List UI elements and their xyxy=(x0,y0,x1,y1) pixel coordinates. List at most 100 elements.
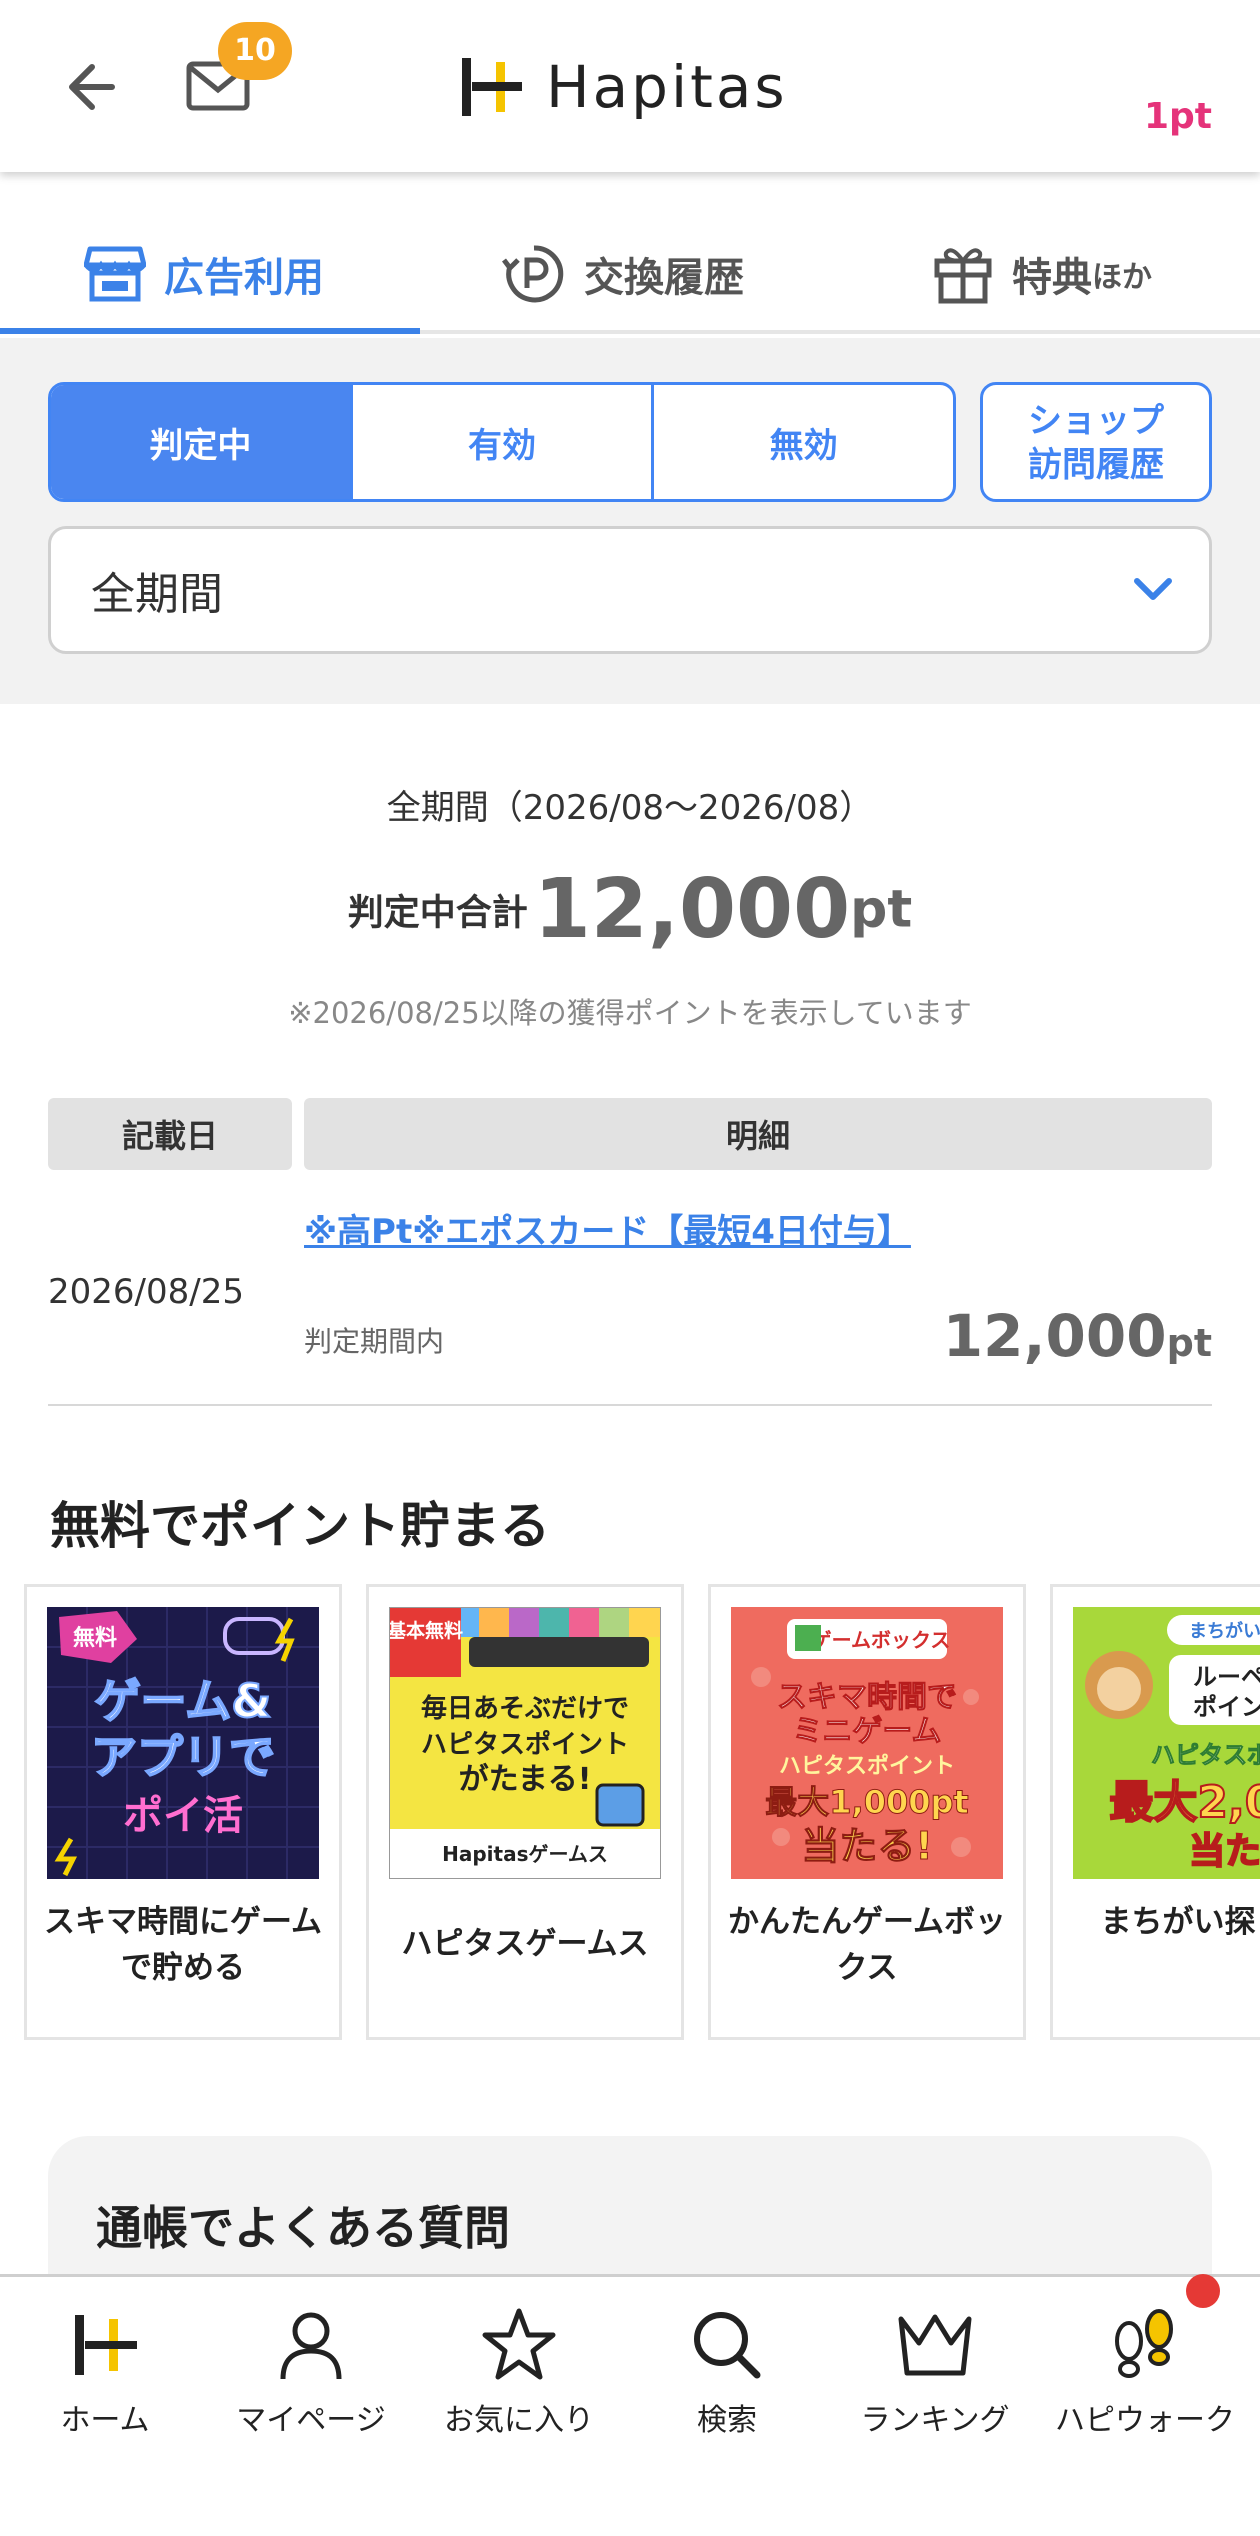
shop-visit-history-button[interactable]: ショップ 訪問履歴 xyxy=(980,382,1212,502)
shop-visit-history-line1: ショップ xyxy=(1028,401,1164,441)
pending-total-unit: pt xyxy=(850,879,913,940)
card-spot-difference-banner: まちがい探し ルーペを手 ポイントゲ ハピタスポイ 最大2,000 当たる xyxy=(1073,1607,1260,1879)
banner-text-minigame: ミニゲーム xyxy=(792,1714,941,1749)
period-dropdown[interactable]: 全期間 xyxy=(48,526,1212,654)
footprints-icon xyxy=(1115,2309,1173,2378)
faq-title: 通帳でよくある質問 xyxy=(96,2201,510,2255)
nav-home-label: ホーム xyxy=(60,2403,150,2438)
banner-text-point-get: ポイントゲ xyxy=(1193,1693,1260,1721)
back-button[interactable] xyxy=(60,52,130,122)
back-arrow-icon xyxy=(69,64,115,110)
banner-text-basic-free: 基本無料 xyxy=(389,1619,463,1642)
pending-total-value: 12,000 xyxy=(533,862,851,957)
tab-ad-usage-label: 広告利用 xyxy=(164,255,324,301)
card-game-app[interactable]: 無料 ゲーム& アプリで ポイ活 スキマ時間にゲームで貯める xyxy=(24,1584,342,2040)
points-balance[interactable]: 1pt xyxy=(1144,96,1212,137)
row-status: 判定期間内 xyxy=(304,1325,445,1358)
banner-text-ataru-4: 当たる xyxy=(1189,1831,1260,1872)
segment-invalid[interactable]: 無効 xyxy=(654,385,953,499)
crown-icon xyxy=(898,2314,972,2376)
card-spot-difference-label: まちがい探しス xyxy=(1100,1904,1260,1940)
nav-favorites-label: お気に入り xyxy=(444,2403,594,2438)
row-amount-unit: pt xyxy=(1166,1321,1212,1365)
card-hapitas-games-banner: 基本無料 毎日あそぶだけで ハピタスポイント がたまる! Hapitasゲームス xyxy=(389,1607,661,1879)
person-icon xyxy=(280,2312,342,2380)
card-hapitas-games-label: ハピタスゲームス xyxy=(401,1926,649,1962)
segment-pending[interactable]: 判定中 xyxy=(51,385,353,499)
hapiwalk-notification-dot xyxy=(1186,2274,1220,2308)
home-logo-icon xyxy=(75,2315,137,2375)
game-box-banner-image: ゲームボックス スキマ時間で ミニゲーム ハピタスポイント 最大1,000pt … xyxy=(731,1607,1003,1879)
banner-text-max-1000: 最大1,000pt xyxy=(765,1783,968,1821)
banner-text-hapitas-point: ハピタスポイント xyxy=(421,1729,629,1760)
shop-visit-history-line2: 訪問履歴 xyxy=(1028,445,1164,485)
history-tabs: 広告利用 交換履歴 特典 ほか xyxy=(0,172,1260,334)
nav-hapiwalk-label: ハピウォーク xyxy=(1055,2403,1235,2438)
row-amount: 12,000pt xyxy=(943,1302,1212,1370)
free-points-section-title: 無料でポイント貯まる xyxy=(50,1497,550,1555)
hapitas-logo-mark-icon xyxy=(462,58,522,116)
hapitas-games-banner-image: 基本無料 毎日あそぶだけで ハピタスポイント がたまる! Hapitasゲームス xyxy=(389,1607,661,1879)
logo-text: Hapitas xyxy=(546,53,788,121)
nav-mypage[interactable]: マイページ xyxy=(206,2307,416,2487)
column-header-date: 記載日 xyxy=(48,1098,292,1170)
row-date: 2026/08/25 xyxy=(48,1272,244,1312)
banner-text-hapitas-point-3: ハピタスポイント xyxy=(779,1753,955,1779)
nav-search[interactable]: 検索 xyxy=(622,2307,832,2487)
banner-text-max-2000: 最大2,000 xyxy=(1109,1777,1260,1828)
banner-text-machigai: まちがい探し xyxy=(1189,1620,1260,1642)
banner-text-free: 無料 xyxy=(73,1625,117,1651)
card-easy-game-box[interactable]: ゲームボックス スキマ時間で ミニゲーム ハピタスポイント 最大1,000pt … xyxy=(708,1584,1026,2040)
tab-exchange-history[interactable]: 交換履歴 xyxy=(502,234,744,314)
row-ad-link[interactable]: ※高Pt※エポスカード【最短4日付与】 xyxy=(304,1204,911,1253)
free-points-carousel[interactable]: 無料 ゲーム& アプリで ポイ活 スキマ時間にゲームで貯める 基本無料 毎日あそ… xyxy=(24,1584,1260,2042)
nav-ranking-label: ランキング xyxy=(860,2403,1010,2438)
banner-text-tamaru: がたまる! xyxy=(459,1762,592,1797)
nav-hapiwalk[interactable]: ハピウォーク xyxy=(1040,2307,1250,2487)
gift-icon xyxy=(934,248,992,304)
column-header-details: 明細 xyxy=(304,1098,1212,1170)
segment-valid[interactable]: 有効 xyxy=(353,385,655,499)
status-segmented-control: 判定中 有効 無効 xyxy=(48,382,956,502)
hapitas-logo[interactable]: Hapitas xyxy=(458,53,788,121)
banner-text-daily: 毎日あそぶだけで xyxy=(421,1694,629,1724)
nav-ranking[interactable]: ランキング xyxy=(830,2307,1040,2487)
nav-mypage-label: マイページ xyxy=(236,2403,386,2438)
card-spot-difference[interactable]: まちがい探し ルーペを手 ポイントゲ ハピタスポイ 最大2,000 当たる まち… xyxy=(1050,1584,1260,2040)
mail-count-badge: 10 xyxy=(218,22,292,80)
pending-total-label: 判定中合計 xyxy=(347,892,528,934)
banner-text-poikatsu: ポイ活 xyxy=(123,1793,243,1839)
filter-area: 判定中 有効 無効 ショップ 訪問履歴 全期間 xyxy=(0,338,1260,704)
banner-text-sukima: スキマ時間で xyxy=(777,1680,957,1715)
nav-home[interactable]: ホーム xyxy=(0,2307,210,2487)
table-row: 2026/08/25 ※高Pt※エポスカード【最短4日付与】 判定期間内 12,… xyxy=(48,1190,1212,1406)
summary-period: 全期間（2026/08〜2026/08） xyxy=(386,788,874,828)
nav-favorites[interactable]: お気に入り xyxy=(414,2307,624,2487)
banner-text-hapitas-point-4: ハピタスポイ xyxy=(1151,1741,1260,1769)
page: 10 Hapitas 1pt 広告利用 交換履歴 特典 ほか 判定中 有効 無効… xyxy=(0,0,1260,2536)
banner-text-ataru: 当たる! xyxy=(801,1824,932,1868)
spot-difference-banner-image: まちがい探し ルーペを手 ポイントゲ ハピタスポイ 最大2,000 当たる xyxy=(1073,1607,1260,1879)
card-game-app-label: スキマ時間にゲームで貯める xyxy=(43,1904,323,1986)
bottom-navigation: ホーム マイページ お気に入り 検索 ランキング ハピウォーク xyxy=(0,2274,1260,2536)
banner-text-app: アプリで xyxy=(91,1730,275,1784)
pending-total: 判定中合計12,000pt xyxy=(0,862,1260,957)
banner-text-game-box: ゲームボックス xyxy=(812,1628,951,1652)
tab-ad-usage[interactable]: 広告利用 xyxy=(84,234,324,314)
card-easy-game-box-banner: ゲームボックス スキマ時間で ミニゲーム ハピタスポイント 最大1,000pt … xyxy=(731,1607,1003,1879)
banner-text-game: ゲーム& xyxy=(95,1674,272,1728)
tab-exchange-history-label: 交換履歴 xyxy=(584,255,744,301)
tab-benefits-label: 特典 xyxy=(1012,255,1092,301)
tab-benefits[interactable]: 特典 ほか xyxy=(932,234,1152,314)
banner-text-hapitas-games: Hapitasゲームス xyxy=(442,1842,608,1866)
card-hapitas-games[interactable]: 基本無料 毎日あそぶだけで ハピタスポイント がたまる! Hapitasゲームス… xyxy=(366,1584,684,2040)
shop-icon xyxy=(84,246,146,302)
card-game-app-banner: 無料 ゲーム& アプリで ポイ活 xyxy=(47,1607,319,1879)
row-amount-value: 12,000 xyxy=(942,1302,1167,1370)
app-header: 10 Hapitas 1pt xyxy=(0,0,1260,172)
chevron-down-icon xyxy=(1134,578,1172,600)
point-exchange-icon xyxy=(502,245,564,303)
star-icon xyxy=(482,2308,556,2380)
active-tab-indicator xyxy=(0,328,420,334)
game-app-banner-image: 無料 ゲーム& アプリで ポイ活 xyxy=(47,1607,319,1879)
